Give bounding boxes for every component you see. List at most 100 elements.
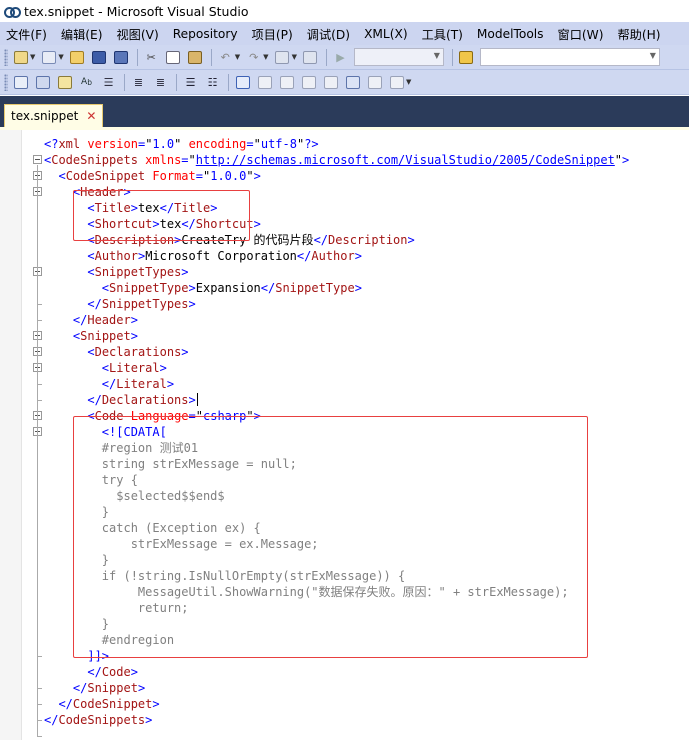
spelling-icon[interactable]: Ab — [78, 74, 95, 91]
start-debug-icon[interactable]: ▶ — [332, 49, 349, 66]
prev-bookmark-folder-icon[interactable] — [300, 74, 317, 91]
find-prev-icon[interactable] — [388, 74, 405, 91]
menu-help[interactable]: 帮助(H) — [617, 25, 660, 43]
create-schema-icon[interactable] — [34, 74, 51, 91]
code-line[interactable]: } — [44, 616, 109, 632]
solution-config-combo[interactable]: ▼ — [353, 48, 444, 66]
menu-tools[interactable]: 工具(T) — [422, 25, 463, 43]
menu-xml[interactable]: XML(X) — [364, 27, 408, 41]
code-line[interactable]: #endregion — [44, 632, 174, 648]
code-line[interactable]: } — [44, 552, 109, 568]
save-icon[interactable] — [91, 49, 108, 66]
code-line[interactable]: <Declarations> — [44, 344, 188, 360]
code-line[interactable]: if (!string.IsNullOrEmpty(strExMessage))… — [44, 568, 405, 584]
indent-icon[interactable]: ≣ — [130, 74, 147, 91]
find-in-files-icon[interactable] — [458, 49, 475, 66]
code-line[interactable]: </SnippetTypes> — [44, 296, 195, 312]
clear-bookmarks-icon[interactable] — [344, 74, 361, 91]
prev-bookmark-icon[interactable] — [256, 74, 273, 91]
code-line[interactable]: </Literal> — [44, 376, 174, 392]
code-line[interactable]: try { — [44, 472, 138, 488]
chevron-down-icon[interactable]: ▼ — [58, 53, 63, 61]
comment-icon[interactable]: ☰ — [182, 74, 199, 91]
redo-icon[interactable]: ↷ — [245, 49, 262, 66]
code-line[interactable]: <Literal> — [44, 360, 167, 376]
code-line[interactable]: <Shortcut>tex</Shortcut> — [44, 216, 260, 232]
code-line[interactable]: <Header> — [44, 184, 131, 200]
chevron-down-icon[interactable]: ▼ — [235, 53, 240, 61]
code-line[interactable]: <CodeSnippets xmlns="http://schemas.micr… — [44, 152, 629, 168]
code-line[interactable]: <Snippet> — [44, 328, 138, 344]
code-line[interactable]: <![CDATA[ — [44, 424, 167, 440]
next-bookmark-folder-icon[interactable] — [322, 74, 339, 91]
menu-debug[interactable]: 调试(D) — [307, 25, 350, 43]
code-line[interactable]: return; — [44, 600, 189, 616]
find-combo[interactable]: ▼ — [479, 48, 660, 66]
chevron-down-icon[interactable]: ▼ — [406, 78, 411, 86]
code-line[interactable]: catch (Exception ex) { — [44, 520, 261, 536]
cut-icon[interactable]: ✂ — [143, 49, 160, 66]
code-line[interactable]: MessageUtil.ShowWarning("数据保存失败。原因：" + s… — [44, 584, 569, 600]
code-line[interactable]: </Declarations> — [44, 392, 198, 408]
code-line[interactable]: </Snippet> — [44, 680, 145, 696]
code-line[interactable]: <SnippetTypes> — [44, 264, 188, 280]
code-line[interactable]: <Code Language="csharp"> — [44, 408, 260, 424]
code-token: Snippet — [80, 329, 131, 343]
next-bookmark-icon[interactable] — [278, 74, 295, 91]
menu-edit[interactable]: 编辑(E) — [61, 25, 103, 43]
chevron-down-icon: ▼ — [649, 51, 656, 60]
toolbar-grip[interactable] — [4, 48, 8, 66]
menu-file[interactable]: 文件(F) — [6, 25, 47, 43]
close-icon[interactable]: ✕ — [86, 110, 96, 122]
menu-view[interactable]: 视图(V) — [117, 25, 159, 43]
tab-tex-snippet[interactable]: tex.snippet ✕ — [4, 104, 104, 127]
code-token: 1.0.0 — [210, 169, 247, 183]
navigate-back-icon[interactable] — [274, 49, 291, 66]
open-file-icon[interactable] — [69, 49, 86, 66]
show-xslt-icon[interactable] — [56, 74, 73, 91]
code-line[interactable]: </Header> — [44, 312, 138, 328]
code-line[interactable]: string strExMessage = null; — [44, 456, 297, 472]
find-next-icon[interactable] — [366, 74, 383, 91]
code-token: Title — [174, 201, 211, 215]
fold-toggle-icon[interactable] — [33, 155, 42, 164]
xml-schemas-icon[interactable] — [12, 74, 29, 91]
menu-repository[interactable]: Repository — [173, 27, 238, 41]
code-line[interactable]: #region 测试01 — [44, 440, 198, 456]
bookmark-icon[interactable] — [234, 74, 251, 91]
chevron-down-icon[interactable]: ▼ — [30, 53, 35, 61]
code-line[interactable]: <Description>CreateTry 的代码片段</Descriptio… — [44, 232, 414, 248]
add-item-icon[interactable] — [12, 49, 29, 66]
menu-window[interactable]: 窗口(W) — [558, 25, 604, 43]
code-editor[interactable]: <?xml version="1.0" encoding="utf-8"?> <C… — [0, 130, 689, 740]
code-line[interactable]: </Code> — [44, 664, 138, 680]
code-line[interactable]: } — [44, 504, 109, 520]
code-line[interactable]: $selected$$end$ — [44, 488, 224, 504]
code-line[interactable]: <Title>tex</Title> — [44, 200, 217, 216]
uncomment-icon[interactable]: ☷ — [204, 74, 221, 91]
code-line[interactable]: </CodeSnippet> — [44, 696, 159, 712]
indicator-margin[interactable] — [0, 130, 22, 740]
navigate-forward-icon[interactable] — [302, 49, 319, 66]
outdent-icon[interactable]: ☰ — [100, 74, 117, 91]
format-icon[interactable]: ≣ — [152, 74, 169, 91]
undo-icon[interactable]: ↶ — [217, 49, 234, 66]
menu-modeltools[interactable]: ModelTools — [477, 27, 544, 41]
code-line[interactable]: </CodeSnippets> — [44, 712, 152, 728]
copy-icon[interactable] — [165, 49, 182, 66]
chevron-down-icon[interactable]: ▼ — [292, 53, 297, 61]
chevron-down-icon[interactable]: ▼ — [263, 53, 268, 61]
new-project-icon[interactable] — [40, 49, 57, 66]
menu-project[interactable]: 项目(P) — [252, 25, 293, 43]
code-token: Header — [80, 185, 124, 199]
code-line[interactable]: <Author>Microsoft Corporation</Author> — [44, 248, 362, 264]
save-all-icon[interactable] — [113, 49, 130, 66]
toolbar-grip[interactable] — [4, 73, 8, 91]
code-line[interactable]: strExMessage = ex.Message; — [44, 536, 319, 552]
code-line[interactable]: <?xml version="1.0" encoding="utf-8"?> — [44, 136, 319, 152]
paste-icon[interactable] — [187, 49, 204, 66]
code-line[interactable]: ]]> — [44, 648, 109, 664]
code-line[interactable]: <CodeSnippet Format="1.0.0"> — [44, 168, 260, 184]
code-line[interactable]: <SnippetType>Expansion</SnippetType> — [44, 280, 362, 296]
